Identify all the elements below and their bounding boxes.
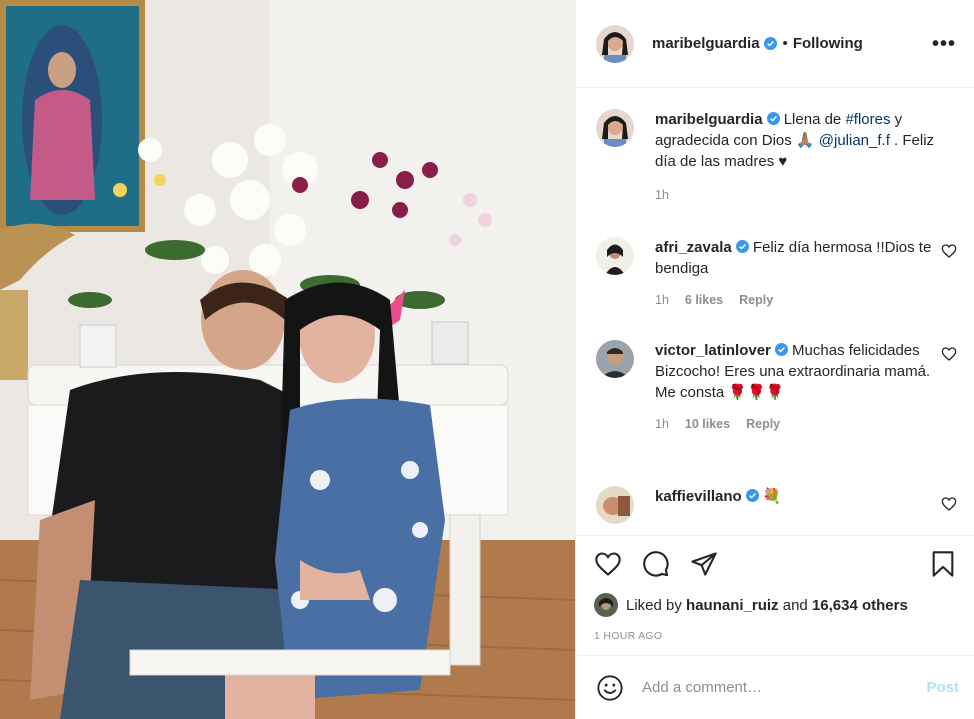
post-actions: Liked by haunani_ruiz and 16,634 others … xyxy=(576,535,974,655)
likes-count[interactable]: 16,634 others xyxy=(812,597,908,614)
liker-avatar[interactable] xyxy=(594,593,618,617)
author-avatar[interactable] xyxy=(596,24,634,63)
commenter-avatar[interactable] xyxy=(596,340,634,378)
caption-time[interactable]: 1h xyxy=(655,188,669,202)
verified-badge-icon xyxy=(735,240,749,253)
verified-badge-icon xyxy=(763,37,777,50)
caption-username[interactable]: maribelguardia xyxy=(655,111,763,128)
verified-badge-icon xyxy=(766,112,780,125)
comment-likes[interactable]: 10 likes xyxy=(685,417,730,431)
like-comment-heart-icon[interactable] xyxy=(941,496,957,512)
reply-button[interactable]: Reply xyxy=(739,293,773,307)
post-header: maribelguardia • Following ••• xyxy=(576,0,974,88)
reply-button[interactable]: Reply xyxy=(746,417,780,431)
like-comment-heart-icon[interactable] xyxy=(941,346,957,362)
caption-avatar[interactable] xyxy=(596,109,634,147)
comment-entry: victor_latinlover Muchas felicidades Biz… xyxy=(596,340,957,486)
following-button[interactable]: Following xyxy=(793,35,863,52)
liked-by-line: Liked by haunani_ruiz and 16,634 others xyxy=(594,593,957,617)
header-separator: • xyxy=(782,35,788,52)
like-comment-heart-icon[interactable] xyxy=(941,243,957,259)
comment-entry: kaffievillano 💐 xyxy=(596,486,957,535)
caption-text-part-1: Llena de xyxy=(779,111,846,128)
verified-badge-icon xyxy=(745,489,759,502)
verified-badge-icon xyxy=(774,343,788,356)
post-time-ago[interactable]: 1 HOUR AGO xyxy=(594,630,957,642)
commenter-username[interactable]: victor_latinlover xyxy=(655,342,771,359)
comments-list[interactable]: maribelguardia Llena de #flores y agrade… xyxy=(576,89,974,535)
liked-by-user[interactable]: haunani_ruiz xyxy=(686,597,779,614)
hashtag-link[interactable]: #flores xyxy=(845,111,890,128)
caption-text: maribelguardia Llena de #flores y agrade… xyxy=(655,109,945,172)
emoji-smiley-icon[interactable] xyxy=(596,674,624,702)
comment-text: 💐 xyxy=(758,488,782,505)
caption-entry: maribelguardia Llena de #flores y agrade… xyxy=(596,109,957,237)
more-options-icon[interactable]: ••• xyxy=(932,34,956,54)
liked-by-prefix: Liked by xyxy=(626,596,687,614)
comment-time[interactable]: 1h xyxy=(655,417,669,431)
commenter-username[interactable]: kaffievillano xyxy=(655,488,742,505)
post-photo[interactable] xyxy=(0,0,575,719)
share-send-icon[interactable] xyxy=(690,550,718,578)
save-bookmark-icon[interactable] xyxy=(929,550,957,578)
liked-by-middle: and xyxy=(778,596,812,614)
commenter-avatar[interactable] xyxy=(596,486,634,524)
post-comment-button[interactable]: Post xyxy=(926,679,959,696)
post-side-panel: maribelguardia • Following ••• maribelgu… xyxy=(575,0,974,719)
comment-entry: afri_zavala Feliz día hermosa !!Dios te … xyxy=(596,237,957,340)
comment-likes[interactable]: 6 likes xyxy=(685,293,723,307)
comment-input[interactable] xyxy=(642,679,927,696)
comment-time[interactable]: 1h xyxy=(655,293,669,307)
commenter-avatar[interactable] xyxy=(596,237,634,275)
author-username[interactable]: maribelguardia xyxy=(652,35,760,52)
commenter-username[interactable]: afri_zavala xyxy=(655,239,732,256)
photo-image xyxy=(0,0,575,719)
comment-bubble-icon[interactable] xyxy=(642,550,670,578)
add-comment-bar: Post xyxy=(576,655,974,719)
mention-link[interactable]: @julian_f.f xyxy=(819,132,890,149)
like-heart-icon[interactable] xyxy=(594,550,622,578)
